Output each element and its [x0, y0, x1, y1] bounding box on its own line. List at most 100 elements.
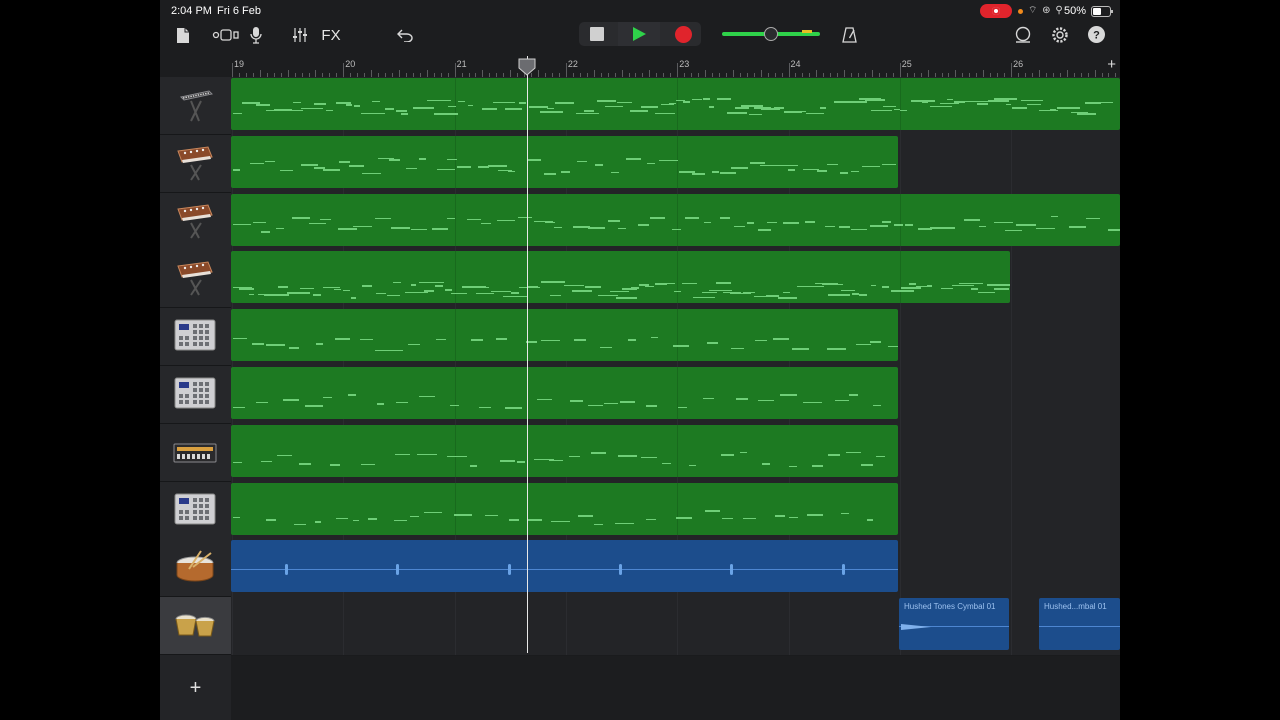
track-header-beat-box[interactable]: [160, 423, 231, 482]
midi-region[interactable]: [231, 482, 898, 535]
midi-note: [958, 282, 984, 285]
track-header-drum-machine[interactable]: [160, 366, 231, 424]
midi-note: [617, 101, 633, 104]
fx-button[interactable]: FX: [320, 25, 342, 45]
undo-icon[interactable]: [396, 25, 414, 45]
settings-gear-icon[interactable]: [1050, 25, 1070, 45]
midi-region[interactable]: [231, 78, 1120, 130]
midi-note: [497, 219, 516, 222]
track-lane[interactable]: [231, 366, 1120, 425]
track-lane[interactable]: [231, 539, 1120, 599]
midi-note: [701, 291, 717, 293]
midi-note: [458, 100, 465, 103]
help-icon[interactable]: ?: [1087, 25, 1105, 43]
play-button[interactable]: [618, 22, 660, 46]
my-songs-icon[interactable]: [174, 25, 192, 45]
midi-note: [805, 221, 815, 223]
metronome-icon[interactable]: [840, 25, 858, 45]
microphone-icon[interactable]: [248, 24, 264, 46]
midi-note: [279, 169, 294, 172]
midi-note: [661, 462, 672, 465]
track-header-snare-drum[interactable]: [160, 539, 231, 598]
mixer-icon[interactable]: [291, 25, 309, 45]
midi-region[interactable]: [231, 135, 898, 188]
midi-region[interactable]: [231, 193, 1120, 246]
midi-note: [350, 297, 356, 299]
midi-note: [631, 287, 640, 289]
browser-view-icon[interactable]: [211, 25, 241, 45]
track-header-bongos[interactable]: [160, 597, 231, 656]
stop-button[interactable]: [589, 26, 605, 42]
midi-region[interactable]: [231, 309, 898, 362]
midi-note: [293, 523, 307, 526]
track-header-keyboard-stand[interactable]: [160, 77, 231, 135]
loop-browser-icon[interactable]: [1013, 25, 1033, 45]
midi-region[interactable]: [231, 251, 1010, 304]
midi-note: [840, 512, 850, 515]
midi-note: [655, 112, 675, 115]
midi-note: [994, 221, 1013, 224]
midi-note: [777, 297, 797, 299]
midi-note: [485, 514, 499, 517]
midi-note: [401, 113, 408, 115]
track-header-drum-machine[interactable]: [160, 308, 231, 367]
master-volume-knob[interactable]: [764, 27, 778, 41]
midi-note: [942, 227, 955, 229]
midi-note: [887, 345, 898, 348]
battery-icon: [1091, 6, 1113, 17]
midi-region[interactable]: [231, 424, 898, 477]
midi-note: [256, 401, 268, 404]
midi-note: [947, 98, 954, 101]
midi-note: [519, 102, 526, 104]
cymbal-audio-clip[interactable]: Hushed...mbal 01: [1039, 598, 1120, 651]
playhead-handle[interactable]: [518, 58, 536, 76]
midi-note: [758, 229, 772, 231]
midi-note: [921, 101, 928, 104]
add-section-icon[interactable]: +: [1107, 56, 1116, 73]
midi-note: [703, 221, 712, 224]
ruler-tick: [565, 63, 567, 77]
track-lane[interactable]: [231, 192, 1120, 252]
track-lane[interactable]: [231, 250, 1120, 310]
midi-region[interactable]: [231, 367, 898, 419]
midi-note: [1006, 103, 1012, 106]
midi-note: [361, 112, 386, 115]
cymbal-audio-clip[interactable]: Hushed Tones Cymbal 01: [899, 598, 1009, 651]
track-lane[interactable]: [231, 481, 1120, 541]
midi-note: [375, 292, 386, 295]
track-lane[interactable]: [231, 134, 1120, 194]
midi-note: [573, 339, 587, 341]
midi-note: [673, 290, 681, 293]
midi-note: [971, 288, 978, 290]
track-header-drum-machine[interactable]: [160, 481, 231, 540]
screen-recording-icon[interactable]: [980, 4, 1012, 18]
track-header-analog-synth[interactable]: [160, 250, 231, 309]
tracks-area[interactable]: Hushed Tones Cymbal 01 Hushed...mbal 01: [231, 77, 1120, 720]
track-header-analog-synth[interactable]: [160, 134, 231, 193]
midi-note: [908, 283, 917, 285]
midi-note: [873, 404, 882, 407]
midi-note: [608, 220, 620, 222]
midi-note: [794, 110, 807, 113]
add-track-button[interactable]: +: [160, 677, 231, 701]
midi-note: [346, 104, 352, 106]
status-bar: 2:04 PM Fri 6 Feb ⌔ ⊛ ⚲ 50%: [160, 0, 1120, 22]
track-lane[interactable]: [231, 423, 1120, 483]
track-header-analog-synth[interactable]: [160, 192, 231, 251]
track-lane[interactable]: [231, 77, 1120, 136]
region-boundary: [677, 135, 679, 188]
track-lane[interactable]: [231, 308, 1120, 368]
midi-note: [517, 216, 532, 219]
midi-note: [789, 465, 797, 468]
midi-note: [478, 166, 489, 168]
grid-line: [1011, 423, 1013, 482]
timeline-ruler[interactable]: + 19 20 21 22 23 24 25 26: [231, 56, 1120, 78]
audio-region[interactable]: [231, 540, 898, 593]
midi-note: [371, 100, 381, 103]
midi-note: [388, 159, 401, 161]
track-lane[interactable]: Hushed Tones Cymbal 01 Hushed...mbal 01: [231, 597, 1120, 657]
playhead[interactable]: [527, 56, 528, 653]
record-button[interactable]: [674, 25, 692, 43]
midi-note: [743, 291, 756, 294]
grid-line: [1011, 366, 1013, 424]
